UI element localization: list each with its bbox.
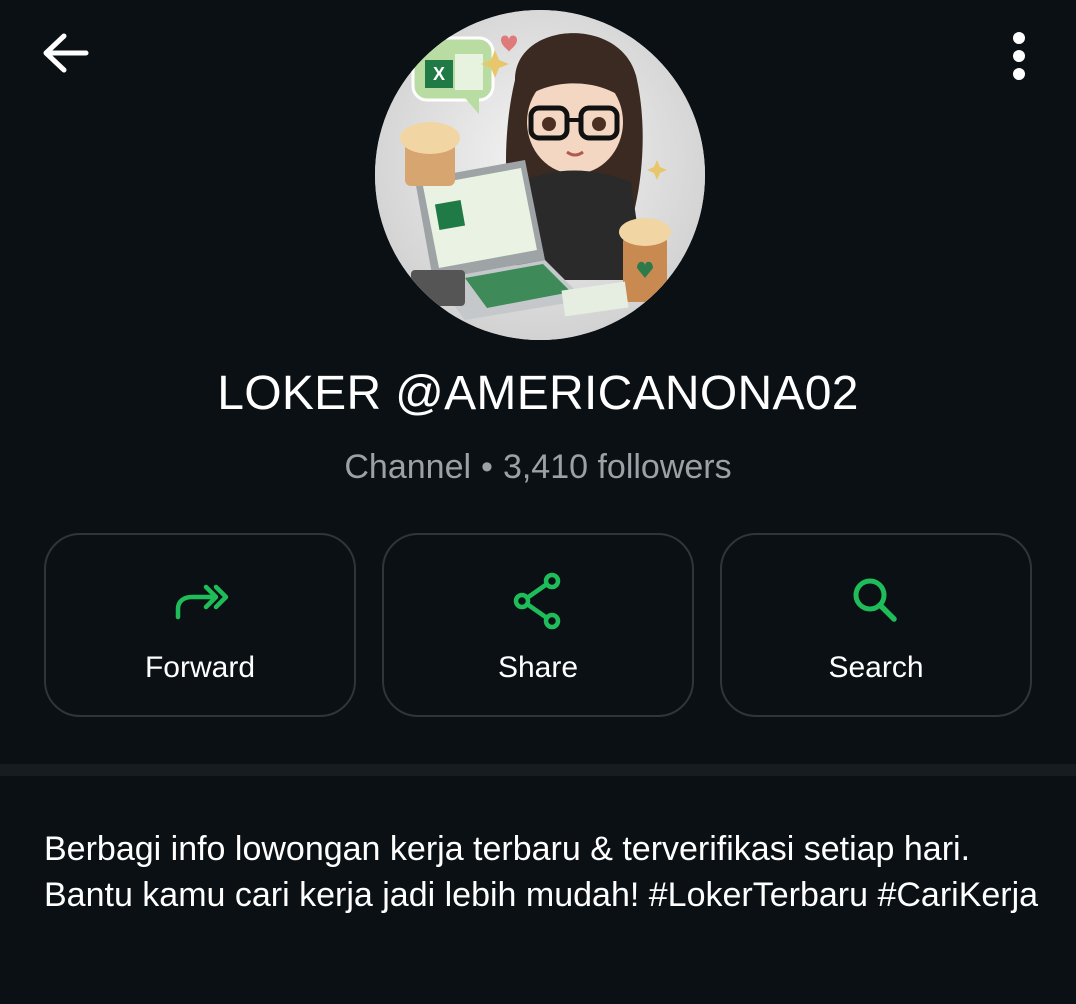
action-buttons: Forward Share Search (44, 533, 1036, 721)
search-icon (853, 578, 897, 622)
channel-subtitle: Channel • 3,410 followers (0, 448, 1076, 487)
more-vertical-icon (1013, 32, 1025, 80)
forward-button[interactable]: Forward (44, 533, 356, 717)
search-label: Search (828, 651, 924, 684)
channel-avatar[interactable]: X (375, 10, 705, 340)
forward-icon (175, 584, 229, 620)
forward-label: Forward (144, 651, 256, 684)
channel-name: LOKER @AMERICANONA02 (217, 367, 859, 420)
section-divider (0, 764, 1076, 776)
followers-count: 3,410 followers (502, 448, 732, 486)
share-button[interactable]: Share (382, 533, 694, 717)
channel-type: Channel (344, 448, 472, 486)
search-button[interactable]: Search (720, 533, 1032, 717)
back-button[interactable] (38, 26, 94, 82)
arrow-left-icon (43, 33, 89, 73)
svg-text:X: X (433, 64, 445, 84)
channel-description: Berbagi info lowongan kerja terbaru & te… (44, 830, 1039, 914)
share-icon (513, 572, 561, 630)
separator-dot: • (481, 448, 493, 486)
more-options-button[interactable] (996, 26, 1042, 86)
avatar-illustration: X (375, 10, 705, 340)
share-label: Share (497, 651, 579, 684)
